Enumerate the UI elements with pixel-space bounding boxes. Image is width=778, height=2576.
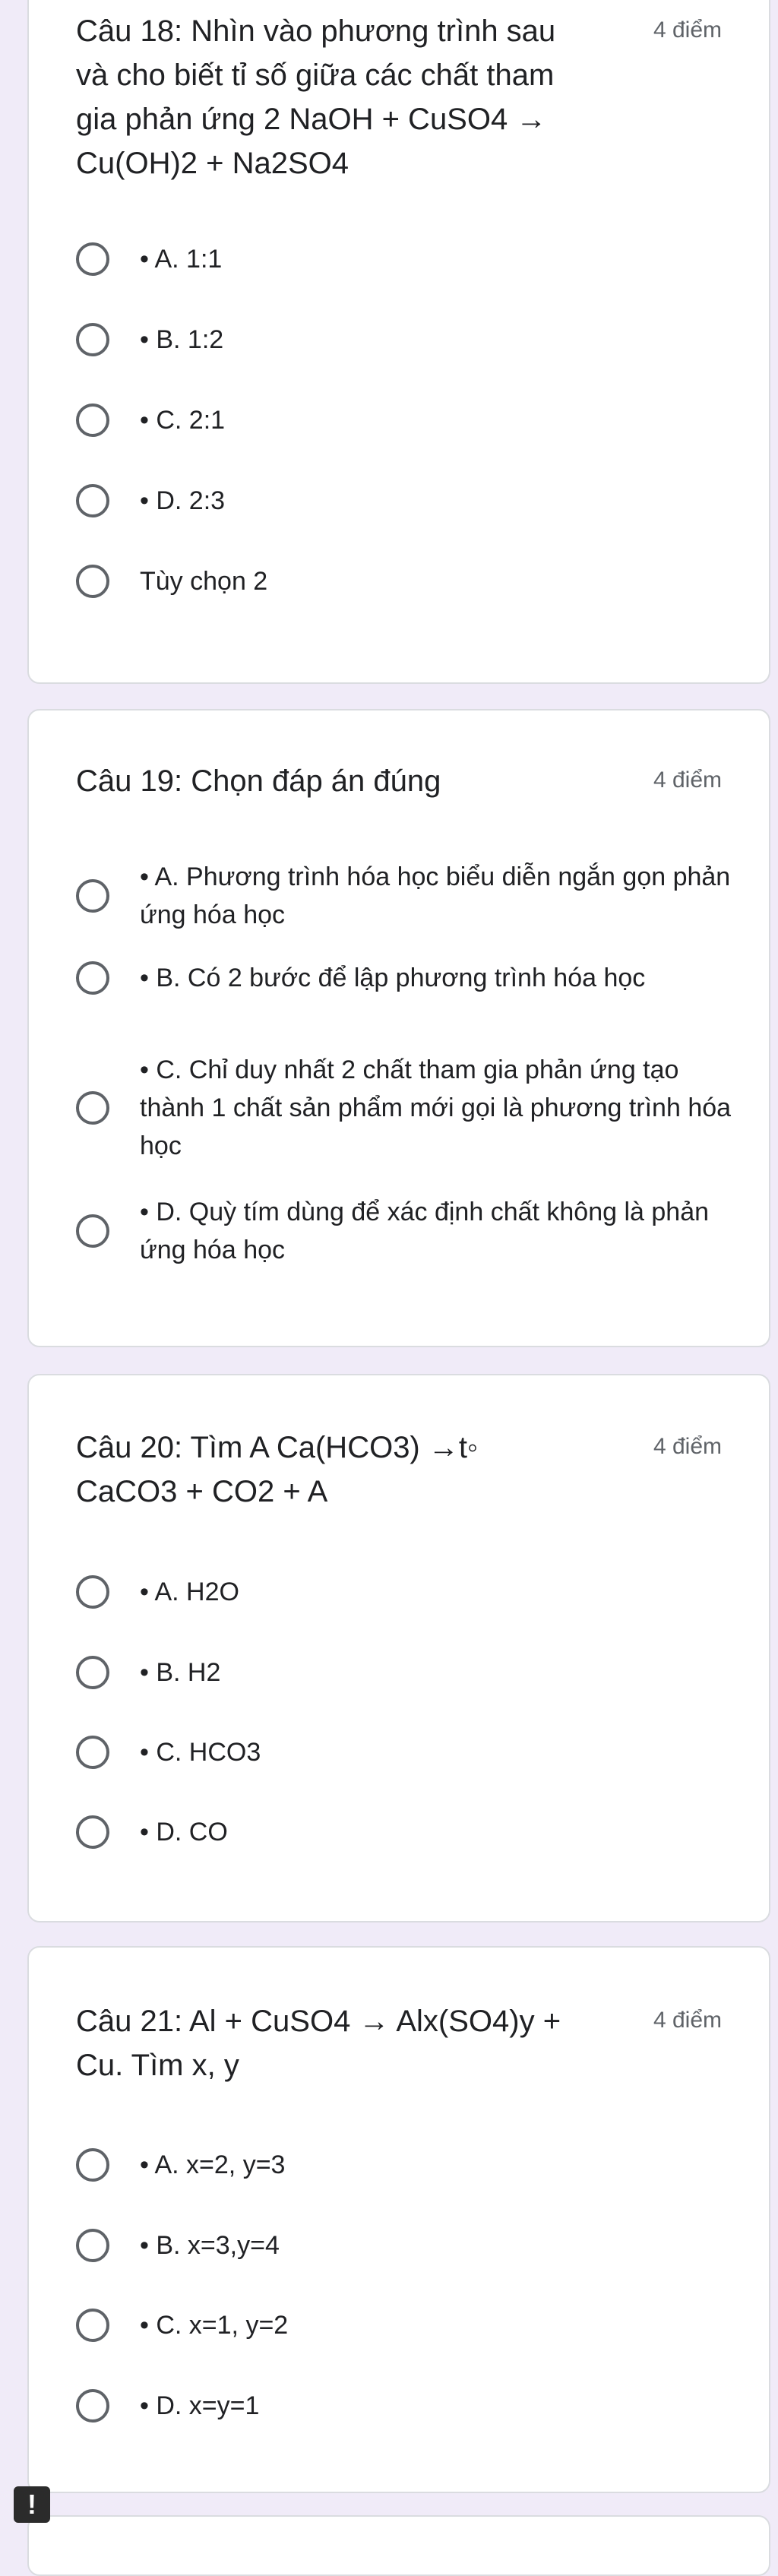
option-b[interactable]: • B. H2 — [76, 1654, 738, 1691]
radio-button[interactable] — [76, 1091, 109, 1125]
radio-button[interactable] — [76, 1815, 109, 1849]
option-label: • C. Chỉ duy nhất 2 chất tham gia phản ứ… — [140, 1055, 732, 1160]
option-a[interactable]: • A. x=2, y=3 — [76, 2146, 738, 2184]
option-d[interactable]: • D. 2:3 — [76, 482, 738, 520]
option-label: • B. x=3,y=4 — [140, 2231, 280, 2260]
radio-button[interactable] — [76, 2148, 109, 2182]
option-label: • D. Quỳ tím dùng để xác định chất không… — [140, 1198, 710, 1264]
radio-button[interactable] — [76, 961, 109, 995]
question-header: Câu 18: Nhìn vào phương trình sau và cho… — [76, 9, 722, 185]
radio-button[interactable] — [76, 879, 109, 913]
option-b[interactable]: • B. Có 2 bước để lập phương trình hóa h… — [76, 959, 738, 997]
option-label: • B. H2 — [140, 1658, 221, 1687]
option-label: • B. 1:2 — [140, 325, 224, 354]
question-header: Câu 19: Chọn đáp án đúng 4 điểm — [76, 759, 722, 803]
question-title: Câu 19: Chọn đáp án đúng — [76, 764, 441, 798]
option-label: Tùy chọn 2 — [140, 567, 268, 596]
option-d[interactable]: • D. x=y=1 — [76, 2387, 738, 2425]
option-c[interactable]: • C. Chỉ duy nhất 2 chất tham gia phản ứ… — [76, 1051, 738, 1165]
option-b[interactable]: • B. x=3,y=4 — [76, 2226, 738, 2264]
radio-button[interactable] — [76, 565, 109, 598]
question-card-20: Câu 20: Tìm A Ca(HCO3) →t◦ CaCO3 + CO2 +… — [27, 1374, 770, 1923]
radio-button[interactable] — [76, 1575, 109, 1609]
question-points: 4 điểm — [653, 1434, 722, 1459]
option-label: • A. x=2, y=3 — [140, 2150, 286, 2179]
radio-button[interactable] — [76, 1656, 109, 1689]
question-points: 4 điểm — [653, 17, 722, 43]
radio-button[interactable] — [76, 2389, 109, 2423]
option-label: • C. x=1, y=2 — [140, 2311, 289, 2340]
option-b[interactable]: • B. 1:2 — [76, 321, 738, 359]
radio-button[interactable] — [76, 2229, 109, 2262]
option-label: • A. 1:1 — [140, 245, 223, 274]
question-header: Câu 20: Tìm A Ca(HCO3) →t◦ CaCO3 + CO2 +… — [76, 1426, 722, 1514]
radio-button[interactable] — [76, 403, 109, 437]
question-header: Câu 21: Al + CuSO4 → Alx(SO4)y + Cu. Tìm… — [76, 1999, 722, 2087]
option-label: • D. 2:3 — [140, 486, 226, 515]
option-label: • C. 2:1 — [140, 406, 226, 435]
option-a[interactable]: • A. Phương trình hóa học biểu diễn ngắn… — [76, 858, 738, 934]
option-label: • D. x=y=1 — [140, 2391, 260, 2420]
question-card-21: Câu 21: Al + CuSO4 → Alx(SO4)y + Cu. Tìm… — [27, 1946, 770, 2493]
question-points: 4 điểm — [653, 2008, 722, 2033]
question-card-next — [27, 2515, 770, 2576]
radio-button[interactable] — [76, 484, 109, 517]
option-c[interactable]: • C. 2:1 — [76, 401, 738, 439]
option-other[interactable]: Tùy chọn 2 — [76, 562, 738, 600]
question-title: Câu 18: Nhìn vào phương trình sau và cho… — [76, 14, 556, 180]
radio-button[interactable] — [76, 323, 109, 356]
option-label: • A. Phương trình hóa học biểu diễn ngắn… — [140, 862, 731, 929]
option-d[interactable]: • D. Quỳ tím dùng để xác định chất không… — [76, 1193, 738, 1269]
option-label: • A. H2O — [140, 1578, 239, 1606]
option-d[interactable]: • D. CO — [76, 1813, 738, 1851]
question-points: 4 điểm — [653, 767, 722, 793]
option-a[interactable]: • A. H2O — [76, 1573, 738, 1611]
radio-button[interactable] — [76, 242, 109, 276]
option-c[interactable]: • C. x=1, y=2 — [76, 2306, 738, 2344]
option-c[interactable]: • C. HCO3 — [76, 1733, 738, 1771]
option-label: • D. CO — [140, 1818, 228, 1847]
radio-button[interactable] — [76, 1736, 109, 1769]
question-title: Câu 21: Al + CuSO4 → Alx(SO4)y + Cu. Tìm… — [76, 2005, 561, 2082]
radio-button[interactable] — [76, 1214, 109, 1248]
question-card-19: Câu 19: Chọn đáp án đúng 4 điểm • A. Phư… — [27, 709, 770, 1347]
radio-button[interactable] — [76, 2309, 109, 2342]
option-a[interactable]: • A. 1:1 — [76, 240, 738, 278]
question-card-18: Câu 18: Nhìn vào phương trình sau và cho… — [27, 0, 770, 684]
alert-icon[interactable]: ! — [14, 2486, 50, 2523]
option-label: • C. HCO3 — [140, 1738, 261, 1767]
question-title: Câu 20: Tìm A Ca(HCO3) →t◦ CaCO3 + CO2 +… — [76, 1431, 479, 1508]
option-label: • B. Có 2 bước để lập phương trình hóa h… — [140, 964, 646, 992]
